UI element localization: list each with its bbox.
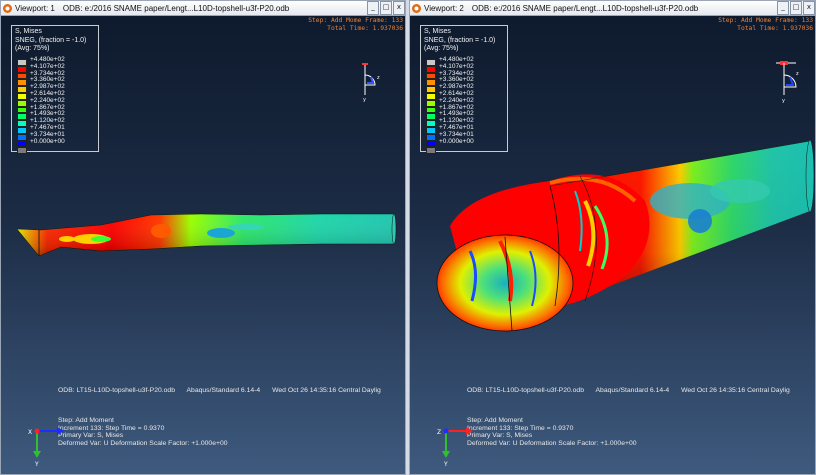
- odb-file: ODB: LT15-L10D-topshell-u3f-P20.odb: [58, 387, 175, 394]
- deformed-pipe-model: [16, 213, 397, 257]
- triad-x-label: X: [28, 429, 32, 436]
- solver-version: Abaqus/Standard 6.14-4: [186, 387, 261, 394]
- step-state-block: Step: Add Moment Increment 133: Step Tim…: [467, 417, 637, 447]
- coordinate-triad-icon: Y Z: [437, 427, 473, 468]
- info-line: Deformed Var: U Deformation Scale Factor…: [467, 439, 637, 447]
- odb-file: ODB: LT15-L10D-topshell-u3f-P20.odb: [467, 387, 584, 394]
- odb-status-line: ODB: LT15-L10D-topshell-u3f-P20.odb Abaq…: [58, 387, 391, 394]
- triad-y-label: Y: [34, 461, 39, 468]
- info-line: Primary Var: S, Mises: [58, 432, 124, 440]
- coordinate-triad-icon: Y X: [28, 427, 64, 468]
- info-line: Step: Add Moment: [467, 417, 523, 424]
- info-line: Primary Var: S, Mises: [467, 432, 533, 440]
- run-date: Wed Oct 26 14:35:16 Central Daylig: [272, 387, 381, 394]
- info-line: Increment 133: Step Time = 0.9370: [58, 424, 165, 432]
- step-state-block: Step: Add Moment Increment 133: Step Tim…: [58, 417, 228, 447]
- odb-status-line: ODB: LT15-L10D-topshell-u3f-P20.odb Abaq…: [467, 387, 800, 394]
- viewport-1[interactable]: Viewport: 1 ODB: e:/2016 SNAME paper/Len…: [0, 0, 406, 475]
- triad-y-label: Y: [443, 461, 448, 468]
- viewport-2[interactable]: Viewport: 2 ODB: e:/2016 SNAME paper/Len…: [409, 0, 816, 475]
- info-line: Deformed Var: U Deformation Scale Factor…: [58, 439, 228, 447]
- info-line: Step: Add Moment: [58, 417, 114, 424]
- deformed-pipe-model: [436, 139, 815, 332]
- triad-z-label: Z: [437, 429, 441, 436]
- run-date: Wed Oct 26 14:35:16 Central Daylig: [681, 387, 790, 394]
- solver-version: Abaqus/Standard 6.14-4: [595, 387, 670, 394]
- info-line: Increment 133: Step Time = 0.9370: [467, 424, 574, 432]
